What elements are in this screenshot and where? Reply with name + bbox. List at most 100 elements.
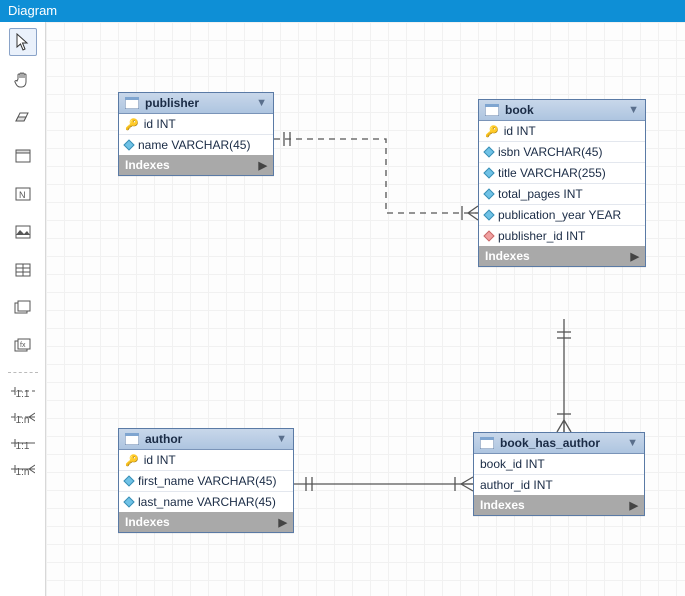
diamond-icon xyxy=(483,209,494,220)
diamond-fk-icon xyxy=(483,230,494,241)
routine-icon: fx xyxy=(14,338,32,354)
tool-pointer[interactable] xyxy=(9,28,37,56)
tool-view[interactable] xyxy=(9,294,37,322)
column-row[interactable]: isbn VARCHAR(45) xyxy=(479,142,645,163)
indexes-label: Indexes xyxy=(485,249,530,263)
column-row[interactable]: publisher_id INT xyxy=(479,226,645,246)
chevron-down-icon[interactable]: ▼ xyxy=(256,97,267,109)
table-icon xyxy=(15,263,31,277)
pointer-icon xyxy=(16,33,30,51)
column-text: name VARCHAR(45) xyxy=(138,138,250,152)
layer-icon xyxy=(15,149,31,163)
rel-label: 1:1 xyxy=(16,389,30,400)
rel-label: 1:n xyxy=(16,467,30,478)
table-icon xyxy=(125,97,139,109)
column-text: last_name VARCHAR(45) xyxy=(138,495,276,509)
chevron-right-icon: ▶ xyxy=(279,516,287,529)
chevron-right-icon: ▶ xyxy=(631,250,639,263)
diamond-icon xyxy=(483,146,494,157)
tool-hand[interactable] xyxy=(9,66,37,94)
columns: book_id INT author_id INT xyxy=(474,454,644,495)
key-icon: 🔑 xyxy=(125,454,139,467)
entity-header[interactable]: publisher ▼ xyxy=(119,93,273,114)
entity-header[interactable]: author ▼ xyxy=(119,429,293,450)
column-text: book_id INT xyxy=(480,457,545,471)
column-row[interactable]: title VARCHAR(255) xyxy=(479,163,645,184)
window-title: Diagram xyxy=(8,3,57,18)
column-text: id INT xyxy=(144,453,176,467)
column-row[interactable]: 🔑 id INT xyxy=(119,114,273,135)
tool-eraser[interactable] xyxy=(9,104,37,132)
indexes-label: Indexes xyxy=(125,158,170,172)
column-text: id INT xyxy=(504,124,536,138)
tool-layer[interactable] xyxy=(9,142,37,170)
key-icon: 🔑 xyxy=(125,118,139,131)
diamond-icon xyxy=(123,496,134,507)
column-row[interactable]: total_pages INT xyxy=(479,184,645,205)
image-icon xyxy=(15,225,31,239)
column-text: id INT xyxy=(144,117,176,131)
toolbar-separator xyxy=(8,372,38,373)
chevron-right-icon: ▶ xyxy=(630,499,638,512)
tool-rel-1n-nonident[interactable]: 1:n xyxy=(9,463,37,479)
svg-text:N: N xyxy=(19,190,26,200)
entity-book-has-author[interactable]: book_has_author ▼ book_id INT author_id I… xyxy=(473,432,645,516)
chevron-down-icon[interactable]: ▼ xyxy=(276,433,287,445)
entity-title: book_has_author xyxy=(500,436,600,450)
tool-table[interactable] xyxy=(9,256,37,284)
key-icon: 🔑 xyxy=(485,125,499,138)
column-text: publisher_id INT xyxy=(498,229,585,243)
columns: 🔑 id INT first_name VARCHAR(45) last_name V… xyxy=(119,450,293,512)
workspace: N fx 1:1 1:n 1:1 1:n xyxy=(0,22,685,596)
indexes-toggle[interactable]: Indexes ▶ xyxy=(119,155,273,175)
eraser-icon xyxy=(14,111,32,125)
column-text: publication_year YEAR xyxy=(498,208,621,222)
entity-header[interactable]: book ▼ xyxy=(479,100,645,121)
rel-publisher-book xyxy=(274,132,478,220)
tool-routine[interactable]: fx xyxy=(9,332,37,360)
window-titlebar: Diagram xyxy=(0,0,685,22)
indexes-label: Indexes xyxy=(480,498,525,512)
column-row[interactable]: first_name VARCHAR(45) xyxy=(119,471,293,492)
table-icon xyxy=(125,433,139,445)
entity-author[interactable]: author ▼ 🔑 id INT first_name VARCHAR(45) la… xyxy=(118,428,294,533)
rel-label: 1:n xyxy=(16,415,30,426)
diagram-canvas[interactable]: publisher ▼ 🔑 id INT name VARCHAR(45) Inde… xyxy=(46,22,685,596)
tool-note[interactable]: N xyxy=(9,180,37,208)
entity-title: author xyxy=(145,432,182,446)
toolbar: N fx 1:1 1:n 1:1 1:n xyxy=(0,22,46,596)
indexes-toggle[interactable]: Indexes ▶ xyxy=(119,512,293,532)
column-row[interactable]: book_id INT xyxy=(474,454,644,475)
column-row[interactable]: name VARCHAR(45) xyxy=(119,135,273,155)
column-text: first_name VARCHAR(45) xyxy=(138,474,276,488)
column-text: total_pages INT xyxy=(498,187,583,201)
rel-author-bha xyxy=(294,477,473,491)
indexes-toggle[interactable]: Indexes ▶ xyxy=(479,246,645,266)
diamond-icon xyxy=(123,475,134,486)
column-row[interactable]: author_id INT xyxy=(474,475,644,495)
diamond-icon xyxy=(483,188,494,199)
columns: 🔑 id INT isbn VARCHAR(45) title VARCHAR(255… xyxy=(479,121,645,246)
column-row[interactable]: last_name VARCHAR(45) xyxy=(119,492,293,512)
table-icon xyxy=(485,104,499,116)
entity-publisher[interactable]: publisher ▼ 🔑 id INT name VARCHAR(45) Inde… xyxy=(118,92,274,176)
column-row[interactable]: 🔑 id INT xyxy=(119,450,293,471)
indexes-label: Indexes xyxy=(125,515,170,529)
diamond-icon xyxy=(483,167,494,178)
rel-book-bha xyxy=(557,319,571,432)
entity-header[interactable]: book_has_author ▼ xyxy=(474,433,644,454)
entity-book[interactable]: book ▼ 🔑 id INT isbn VARCHAR(45) title VARC… xyxy=(478,99,646,267)
hand-icon xyxy=(14,71,32,89)
entity-title: book xyxy=(505,103,534,117)
tool-rel-1n-ident[interactable]: 1:n xyxy=(9,411,37,427)
column-text: title VARCHAR(255) xyxy=(498,166,606,180)
tool-image[interactable] xyxy=(9,218,37,246)
chevron-down-icon[interactable]: ▼ xyxy=(627,437,638,449)
column-row[interactable]: publication_year YEAR xyxy=(479,205,645,226)
column-row[interactable]: 🔑 id INT xyxy=(479,121,645,142)
tool-rel-11-nonident[interactable]: 1:1 xyxy=(9,437,37,453)
indexes-toggle[interactable]: Indexes ▶ xyxy=(474,495,644,515)
tool-rel-11-ident[interactable]: 1:1 xyxy=(9,385,37,401)
entity-title: publisher xyxy=(145,96,199,110)
chevron-down-icon[interactable]: ▼ xyxy=(628,104,639,116)
